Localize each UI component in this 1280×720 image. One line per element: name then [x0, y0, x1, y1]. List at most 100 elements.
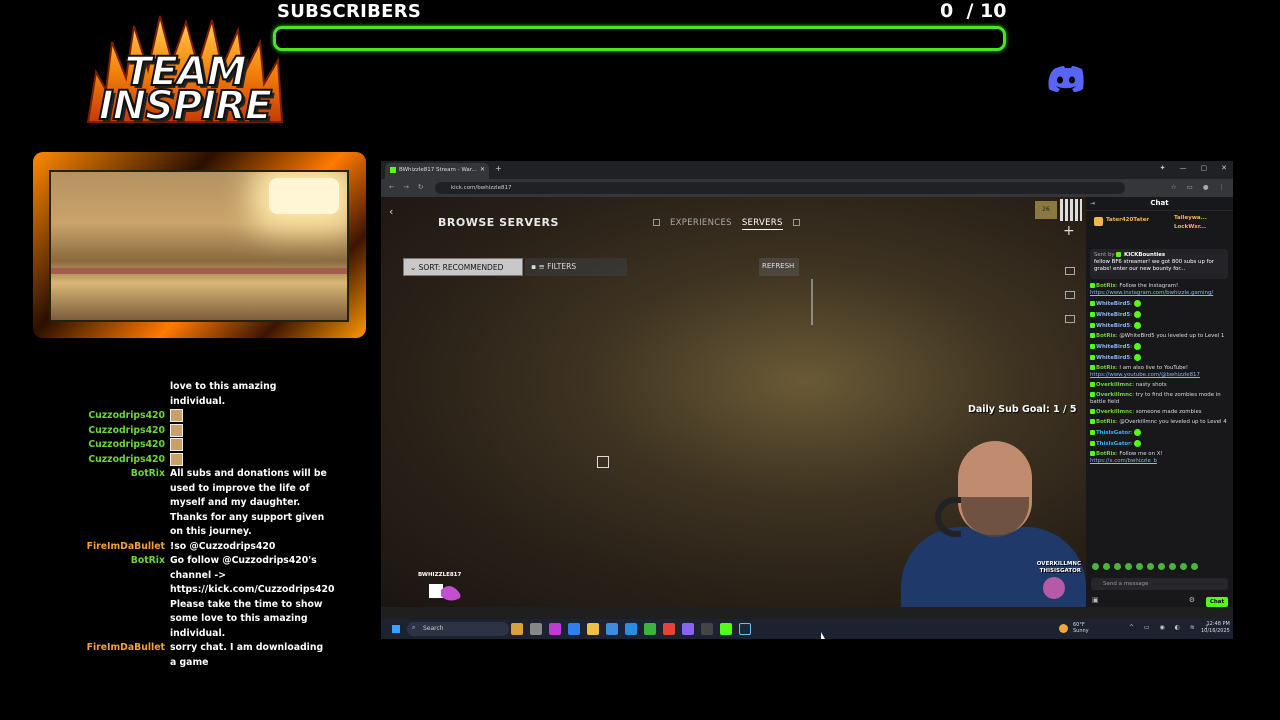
chat-username[interactable]: Overkillmnc — [1096, 392, 1132, 398]
overlay-chat-text: All subs and donations will be used to i… — [170, 468, 327, 537]
emote-icon[interactable] — [1092, 563, 1099, 570]
outlook-icon[interactable] — [625, 623, 637, 635]
chat-username[interactable]: ThisIsGator — [1096, 441, 1131, 447]
weather-icon[interactable] — [1059, 624, 1068, 633]
emote-icon[interactable] — [1191, 563, 1198, 570]
chat-username[interactable]: BotRix — [1096, 365, 1116, 371]
user-badge-icon — [1090, 451, 1095, 456]
discord-icon — [1048, 66, 1084, 92]
chat-username[interactable]: ThisIsGator — [1096, 430, 1131, 436]
steam-icon[interactable] — [739, 623, 751, 635]
pinned-message[interactable]: Sent by KICKBounties fellow BF6 streamer… — [1090, 249, 1228, 279]
taskbar-app-icon[interactable] — [701, 623, 713, 635]
chat-username[interactable]: WhiteBird5 — [1096, 301, 1130, 307]
reload-icon[interactable]: ↻ — [418, 183, 423, 191]
chat-text: someone made zombies — [1135, 409, 1202, 415]
chat-link[interactable]: https://www.instagram.com/bwhizzle.gamin… — [1090, 290, 1213, 296]
overlay-chat-row: Cuzzodrips420 — [60, 438, 360, 453]
browser-tab[interactable]: BWhizzle817 Stream - War... ✕ — [385, 163, 489, 179]
clock-time: 12:48 PM — [1206, 621, 1230, 627]
chat-text: @WhiteBird5 you leveled up to Level 1 — [1119, 333, 1225, 339]
emote-icon[interactable] — [1125, 563, 1132, 570]
xbox-icon[interactable] — [644, 623, 656, 635]
maximize-icon[interactable]: ▢ — [1201, 164, 1208, 172]
taskbar-app-icon[interactable] — [511, 623, 523, 635]
profile-icon[interactable]: ● — [1203, 183, 1209, 191]
edge-icon[interactable] — [568, 623, 580, 635]
chat-send-button[interactable]: Chat — [1206, 597, 1228, 607]
overlay-chat-row: FireImDaBullet sorry chat. I am downloadi… — [60, 641, 360, 670]
browser-tab-title: BWhizzle817 Stream - War... — [399, 167, 477, 173]
game-cursor-icon — [597, 456, 609, 468]
game-sort-dropdown: ⌄ SORT: RECOMMENDED — [403, 258, 523, 276]
user-badge-icon — [1090, 392, 1095, 397]
chat-username[interactable]: BotRix — [1096, 419, 1116, 425]
game-tab-left-icon — [653, 219, 660, 226]
chat-emote-icon — [1133, 311, 1141, 318]
windows-start-icon[interactable] — [391, 624, 401, 634]
game-browse-title: BROWSE SERVERS — [438, 216, 559, 229]
store-icon[interactable] — [606, 623, 618, 635]
chat-input[interactable]: Send a message — [1091, 578, 1228, 590]
extensions-icon[interactable]: ✦ — [1160, 164, 1166, 172]
chat-username[interactable]: BotRix — [1096, 283, 1116, 289]
file-explorer-icon[interactable] — [587, 623, 599, 635]
back-icon[interactable]: ← — [389, 183, 394, 191]
chat-text: Follow me on X! — [1119, 451, 1163, 457]
emote-icon[interactable] — [1136, 563, 1143, 570]
taskbar-search[interactable]: ⌕ Search — [407, 622, 509, 636]
emote-icon[interactable] — [1169, 563, 1176, 570]
chat-username[interactable]: BotRix — [1096, 451, 1116, 457]
emote-icon[interactable] — [1103, 563, 1110, 570]
emote-icon[interactable] — [1114, 563, 1121, 570]
stream-video[interactable]: ‹ BROWSE SERVERS EXPERIENCES SERVERS ⌄ S… — [381, 197, 1086, 607]
cast-icon[interactable]: ▭ — [1187, 183, 1193, 191]
task-view-icon[interactable] — [530, 623, 542, 635]
forward-icon[interactable]: → — [403, 183, 408, 191]
overlay-chat-user: BotRix — [130, 468, 165, 479]
chat-link[interactable]: https://www.youtube.com/@bwhizzle817 — [1090, 372, 1200, 378]
chat-text: I am also live to YouTube! — [1119, 365, 1189, 371]
chat-username[interactable]: BotRix — [1096, 333, 1116, 339]
close-window-icon[interactable]: ✕ — [1221, 164, 1227, 172]
chat-emote-icon — [1133, 354, 1141, 361]
chat-emote-icon — [1133, 300, 1141, 307]
emote-icon[interactable] — [1158, 563, 1165, 570]
overlay-chat-text — [170, 452, 330, 468]
minimize-icon[interactable]: — — [1180, 164, 1187, 172]
emote-icon[interactable] — [1180, 563, 1187, 570]
menu-icon[interactable]: ⋮ — [1219, 183, 1226, 191]
taskbar-search-label: Search — [423, 625, 444, 632]
chat-username[interactable]: WhiteBird5 — [1096, 355, 1130, 361]
taskbar-weather[interactable]: 60°F Sunny — [1073, 622, 1089, 634]
chrome-icon[interactable] — [663, 623, 675, 635]
game-tab-experiences: EXPERIENCES — [670, 218, 732, 228]
chat-username[interactable]: Overkillmnc — [1096, 382, 1132, 388]
close-tab-icon[interactable]: ✕ — [480, 166, 485, 173]
chat-leaderboard: Tater420Tater Talleywa... LockWxr... — [1094, 215, 1229, 239]
browser-window: BWhizzle817 Stream - War... ✕ + ✦ — ▢ ✕ … — [381, 161, 1233, 639]
tv-icon[interactable]: ▣ — [1092, 597, 1099, 604]
chat-emote-icon — [1134, 429, 1142, 436]
leader-2: Talleywa... — [1174, 215, 1207, 221]
emote-icon[interactable] — [1147, 563, 1154, 570]
chat-link[interactable]: https://x.com/bwhizzle_b — [1090, 458, 1157, 464]
taskbar-app-icon[interactable] — [549, 623, 561, 635]
weather-desc: Sunny — [1073, 628, 1089, 634]
mouse-cursor-icon — [821, 632, 825, 639]
chat-username[interactable]: WhiteBird5 — [1096, 312, 1130, 318]
chat-username[interactable]: WhiteBird5 — [1096, 323, 1130, 329]
kick-app-icon[interactable] — [720, 623, 732, 635]
chat-emote-icon — [1133, 322, 1141, 329]
chat-settings-gear-icon[interactable]: ⚙ — [1189, 597, 1195, 604]
url-field[interactable]: kick.com/bwhizzle817 — [435, 182, 1125, 194]
chat-message: WhiteBird5: — [1090, 354, 1230, 362]
taskbar-app-icon[interactable] — [682, 623, 694, 635]
chat-username[interactable]: Overkillmnc — [1096, 409, 1132, 415]
chat-username[interactable]: WhiteBird5 — [1096, 344, 1130, 350]
chat-message: Overkillmnc: someone made zombies — [1090, 409, 1230, 416]
bookmark-star-icon[interactable]: ☆ — [1171, 183, 1177, 191]
taskbar-clock[interactable]: 12:48 PM 10/16/2025 — [1201, 621, 1230, 635]
chat-message: WhiteBird5: — [1090, 311, 1230, 319]
new-tab-icon[interactable]: + — [495, 164, 502, 173]
